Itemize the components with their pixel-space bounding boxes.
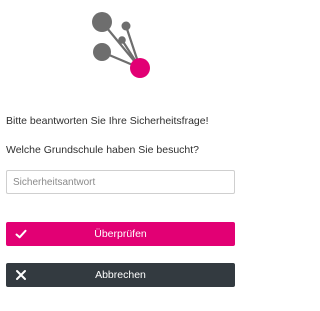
security-answer-input[interactable] [6, 170, 235, 194]
logo-node-large [92, 12, 112, 32]
logo-icon [92, 12, 150, 78]
checkmark-icon [15, 229, 27, 239]
close-icon [16, 270, 26, 280]
cancel-button[interactable]: Abbrechen [6, 263, 235, 287]
logo-node-small-top [121, 21, 131, 31]
cancel-button-label: Abbrechen [95, 269, 146, 281]
security-question-text: Welche Grundschule haben Sie besucht? [6, 144, 200, 156]
logo-node-small-middle [118, 36, 126, 44]
security-question-intro: Bitte beantworten Sie Ihre Sicherheitsfr… [6, 115, 209, 127]
verify-button-label: Überprüfen [94, 228, 147, 240]
verify-button[interactable]: Überprüfen [6, 222, 235, 246]
logo-node-accent [130, 58, 150, 78]
logo-node-medium [93, 43, 111, 61]
